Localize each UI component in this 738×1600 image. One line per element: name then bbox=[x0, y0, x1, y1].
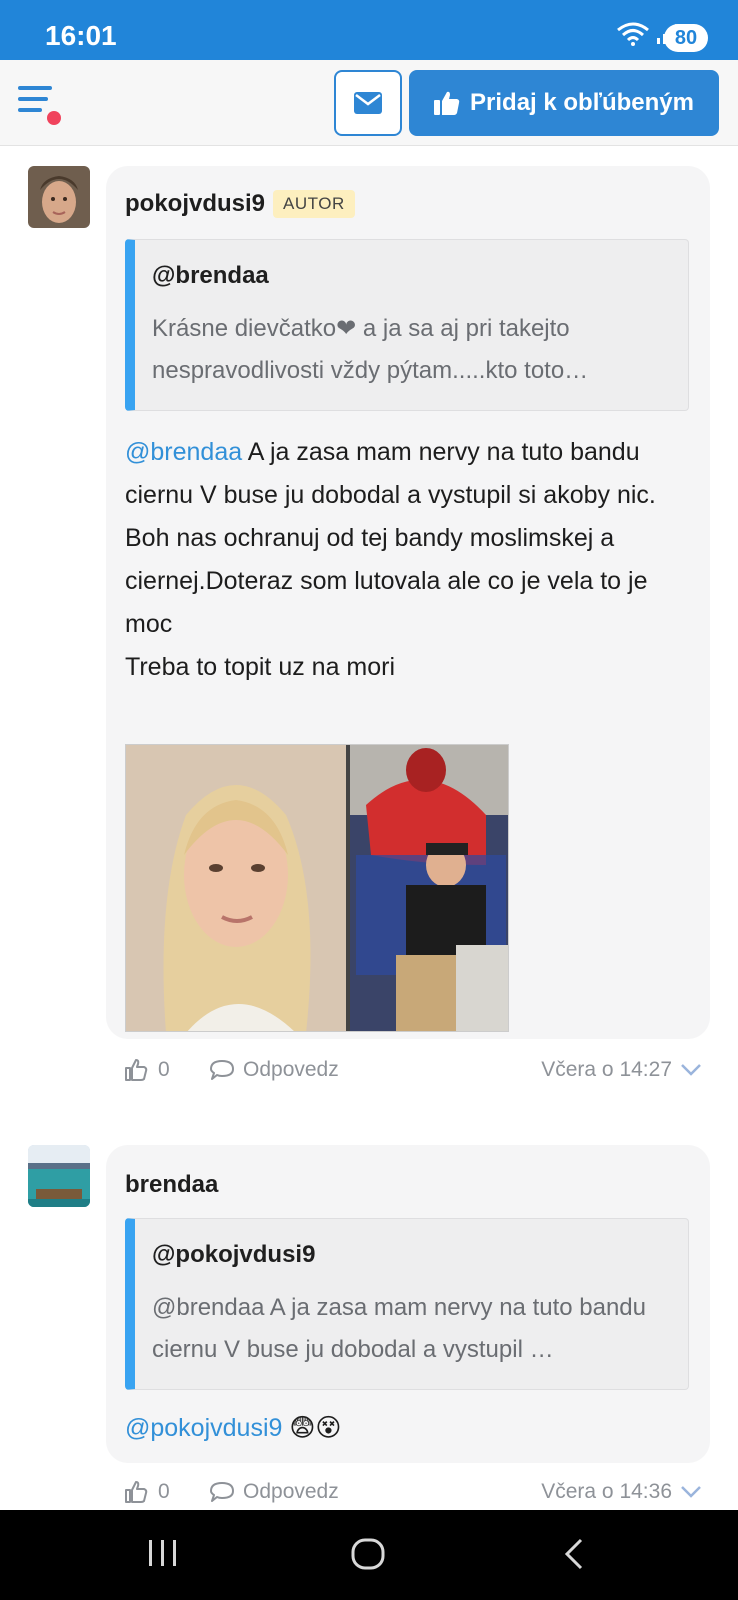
comment-timestamp: Včera o 14:27 bbox=[541, 1058, 672, 1081]
battery-indicator: 80 bbox=[664, 24, 708, 52]
chevron-down-icon bbox=[681, 1064, 701, 1076]
comment-bubble: pokojvdusi9 AUTOR @brendaa Krásne dievča… bbox=[106, 166, 710, 1039]
comment-author[interactable]: brendaa bbox=[125, 1171, 218, 1199]
notification-dot bbox=[47, 111, 61, 125]
quoted-comment[interactable]: @brendaa Krásne dievčatko❤ a ja sa aj pr… bbox=[125, 239, 689, 411]
status-bar: 16:01 80 bbox=[0, 0, 738, 60]
thumbs-up-icon bbox=[125, 1059, 148, 1081]
thumbs-up-icon bbox=[434, 91, 460, 115]
reply-button[interactable]: Odpovedz bbox=[209, 1058, 339, 1082]
comment-author-row: brendaa bbox=[125, 1171, 218, 1199]
message-button[interactable] bbox=[334, 70, 402, 136]
quote-user: @pokojvdusi9 bbox=[152, 1241, 316, 1268]
back-icon[interactable] bbox=[562, 1538, 586, 1570]
like-button[interactable]: 0 bbox=[124, 1058, 170, 1082]
mention-link[interactable]: @brendaa bbox=[125, 438, 242, 466]
mail-icon bbox=[354, 92, 382, 114]
comment-text-segment: 😨😵 bbox=[282, 1414, 342, 1442]
status-time: 16:01 bbox=[45, 20, 117, 51]
avatar[interactable] bbox=[28, 1145, 90, 1207]
quote-text: Krásne dievčatko❤ a ja sa aj pri takejto… bbox=[152, 315, 589, 384]
thumbs-up-icon bbox=[125, 1481, 148, 1503]
comment-actions: 0 Odpovedz Včera o 14:27 bbox=[124, 1058, 702, 1098]
menu-button[interactable] bbox=[18, 84, 64, 125]
comment-timestamp: Včera o 14:36 bbox=[541, 1480, 672, 1503]
app-header: Pridaj k obľúbeným bbox=[0, 60, 738, 146]
wifi-icon bbox=[617, 22, 649, 46]
home-icon[interactable] bbox=[350, 1538, 386, 1570]
comment-text: @pokojvdusi9 😨😵 bbox=[125, 1407, 695, 1450]
chevron-down-icon bbox=[681, 1486, 701, 1498]
comment-text-line: Boh nas ochranuj od tej bandy moslimskej… bbox=[125, 524, 648, 638]
comment-photo[interactable] bbox=[125, 744, 509, 1032]
chat-bubble-icon bbox=[210, 1060, 234, 1080]
comment-time-row[interactable]: Včera o 14:36 bbox=[541, 1480, 702, 1504]
author-badge: AUTOR bbox=[273, 190, 355, 218]
comment-bubble: brendaa @pokojvdusi9 @brendaa A ja zasa … bbox=[106, 1145, 710, 1463]
add-to-favorites-button[interactable]: Pridaj k obľúbeným bbox=[409, 70, 719, 136]
add-to-favorites-label: Pridaj k obľúbeným bbox=[470, 89, 694, 116]
comment-time-row[interactable]: Včera o 14:27 bbox=[541, 1058, 702, 1082]
chat-bubble-icon bbox=[210, 1482, 234, 1502]
system-navigation-bar bbox=[0, 1510, 738, 1600]
quote-user: @brendaa bbox=[152, 262, 269, 289]
menu-icon bbox=[18, 86, 52, 90]
reply-button[interactable]: Odpovedz bbox=[209, 1480, 339, 1504]
comment-text-line: Treba to topit uz na mori bbox=[125, 653, 396, 681]
avatar[interactable] bbox=[28, 166, 90, 228]
comment-author[interactable]: pokojvdusi9 bbox=[125, 190, 265, 218]
reply-label: Odpovedz bbox=[243, 1058, 339, 1081]
comment-author-row: pokojvdusi9 AUTOR bbox=[125, 190, 355, 218]
quoted-comment[interactable]: @pokojvdusi9 @brendaa A ja zasa mam nerv… bbox=[125, 1218, 689, 1390]
reply-label: Odpovedz bbox=[243, 1480, 339, 1503]
recents-icon[interactable] bbox=[146, 1538, 180, 1568]
like-button[interactable]: 0 bbox=[124, 1480, 170, 1504]
comment-text: @brendaa A ja zasa mam nervy na tuto ban… bbox=[125, 431, 695, 689]
mention-link[interactable]: @pokojvdusi9 bbox=[125, 1414, 282, 1442]
quote-text: @brendaa A ja zasa mam nervy na tuto ban… bbox=[152, 1294, 647, 1363]
like-count: 0 bbox=[158, 1058, 170, 1081]
like-count: 0 bbox=[158, 1480, 170, 1503]
